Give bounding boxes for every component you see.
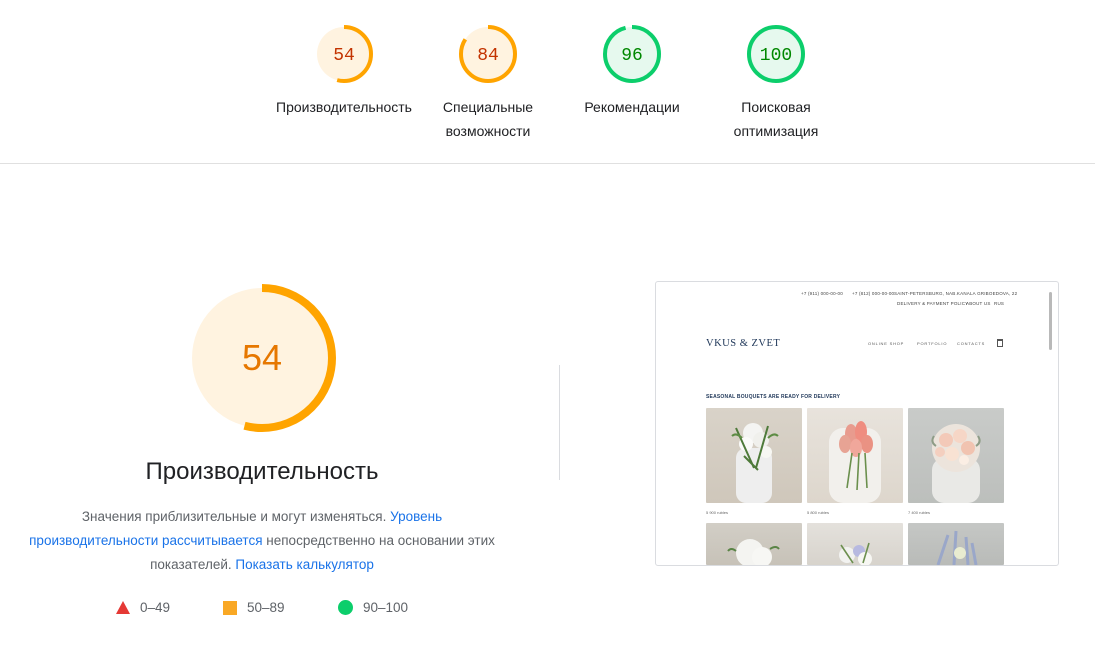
gauge-best-practices-score: 96 bbox=[621, 46, 643, 66]
preview-link-about: ABOUT US bbox=[966, 301, 991, 306]
gauge-performance-score: 54 bbox=[333, 46, 355, 66]
gauge-accessibility-ring: 84 bbox=[459, 25, 517, 83]
preview-photo-6 bbox=[908, 523, 1004, 565]
triangle-icon bbox=[116, 601, 130, 614]
gauge-accessibility-label: Специальные возможности bbox=[442, 99, 534, 139]
preview-nav-portfolio: PORTFOLIO bbox=[917, 341, 948, 346]
preview-address: SAINT-PETERSBURG, NAB.KANALA GRIBOEDOVA,… bbox=[894, 291, 1018, 296]
performance-gauge-large: 54 bbox=[188, 284, 336, 432]
preview-headline: SEASONAL BOUQUETS ARE READY FOR DELIVERY bbox=[706, 394, 841, 400]
circle-icon bbox=[338, 600, 353, 615]
description-text-1: Значения приблизительные и могут изменят… bbox=[81, 509, 391, 524]
performance-gauge-score: 54 bbox=[242, 337, 282, 378]
gauge-seo-ring: 100 bbox=[747, 25, 805, 83]
square-icon bbox=[223, 600, 237, 615]
page-screenshot-preview[interactable]: +7 (911) 000-00-00 +7 (812) 000-00-00 SA… bbox=[655, 281, 1059, 566]
preview-photo-2 bbox=[807, 408, 903, 503]
preview-phone-1: +7 (911) 000-00-00 bbox=[801, 291, 843, 296]
divider bbox=[559, 365, 560, 480]
preview-photo-3 bbox=[908, 408, 1004, 503]
preview-link-lang: RUS bbox=[994, 301, 1005, 306]
performance-description: Значения приблизительные и могут изменят… bbox=[22, 505, 502, 577]
legend-pass-label: 90–100 bbox=[363, 600, 409, 615]
legend-average: 50–89 bbox=[223, 600, 285, 615]
show-calculator-link[interactable]: Показать калькулятор bbox=[235, 557, 374, 572]
gauge-seo[interactable]: 100 Поисковая оптимизация bbox=[701, 24, 851, 143]
preview-price-2: 5 800 rubles bbox=[807, 510, 830, 515]
gauge-best-practices-ring: 96 bbox=[603, 25, 661, 83]
shopping-bag-icon bbox=[997, 339, 1003, 347]
legend-average-label: 50–89 bbox=[247, 600, 285, 615]
performance-title: Производительность bbox=[145, 458, 379, 485]
legend-fail-label: 0–49 bbox=[140, 600, 171, 615]
legend-pass: 90–100 bbox=[338, 600, 408, 615]
gauge-accessibility-score: 84 bbox=[477, 46, 499, 66]
legend-fail: 0–49 bbox=[116, 600, 170, 615]
gauge-best-practices-label: Рекомендации bbox=[584, 99, 680, 115]
preview-scrollbar[interactable] bbox=[1049, 292, 1052, 350]
preview-nav-contacts: CONTACTS bbox=[957, 341, 986, 346]
gauge-seo-score: 100 bbox=[760, 46, 792, 66]
preview-link-delivery: DELIVERY & PAYMENT POLICY bbox=[897, 301, 969, 306]
preview-logo: VKUS & ZVET bbox=[706, 338, 781, 349]
preview-photo-4 bbox=[706, 523, 802, 565]
preview-phone-2: +7 (812) 000-00-00 bbox=[852, 291, 895, 296]
gauge-best-practices[interactable]: 96 Рекомендации bbox=[557, 24, 707, 119]
preview-price-1: 5 900 rubles bbox=[706, 510, 729, 515]
preview-photo-1 bbox=[706, 408, 802, 503]
gauge-accessibility[interactable]: 84 Специальные возможности bbox=[413, 24, 563, 143]
preview-nav-shop: ONLINE SHOP bbox=[868, 341, 905, 346]
gauge-performance-ring: 54 bbox=[315, 25, 373, 83]
gauge-performance[interactable]: 54 Производительность bbox=[269, 24, 419, 119]
preview-price-3: 7 400 rubles bbox=[908, 510, 931, 515]
gauge-seo-label: Поисковая оптимизация bbox=[733, 99, 819, 139]
score-summary: 54 Производительность 84 Специальные воз… bbox=[0, 0, 1095, 164]
preview-photo-5 bbox=[807, 523, 903, 565]
score-legend: 0–49 50–89 90–100 bbox=[0, 600, 560, 620]
gauge-performance-label: Производительность bbox=[276, 99, 412, 115]
